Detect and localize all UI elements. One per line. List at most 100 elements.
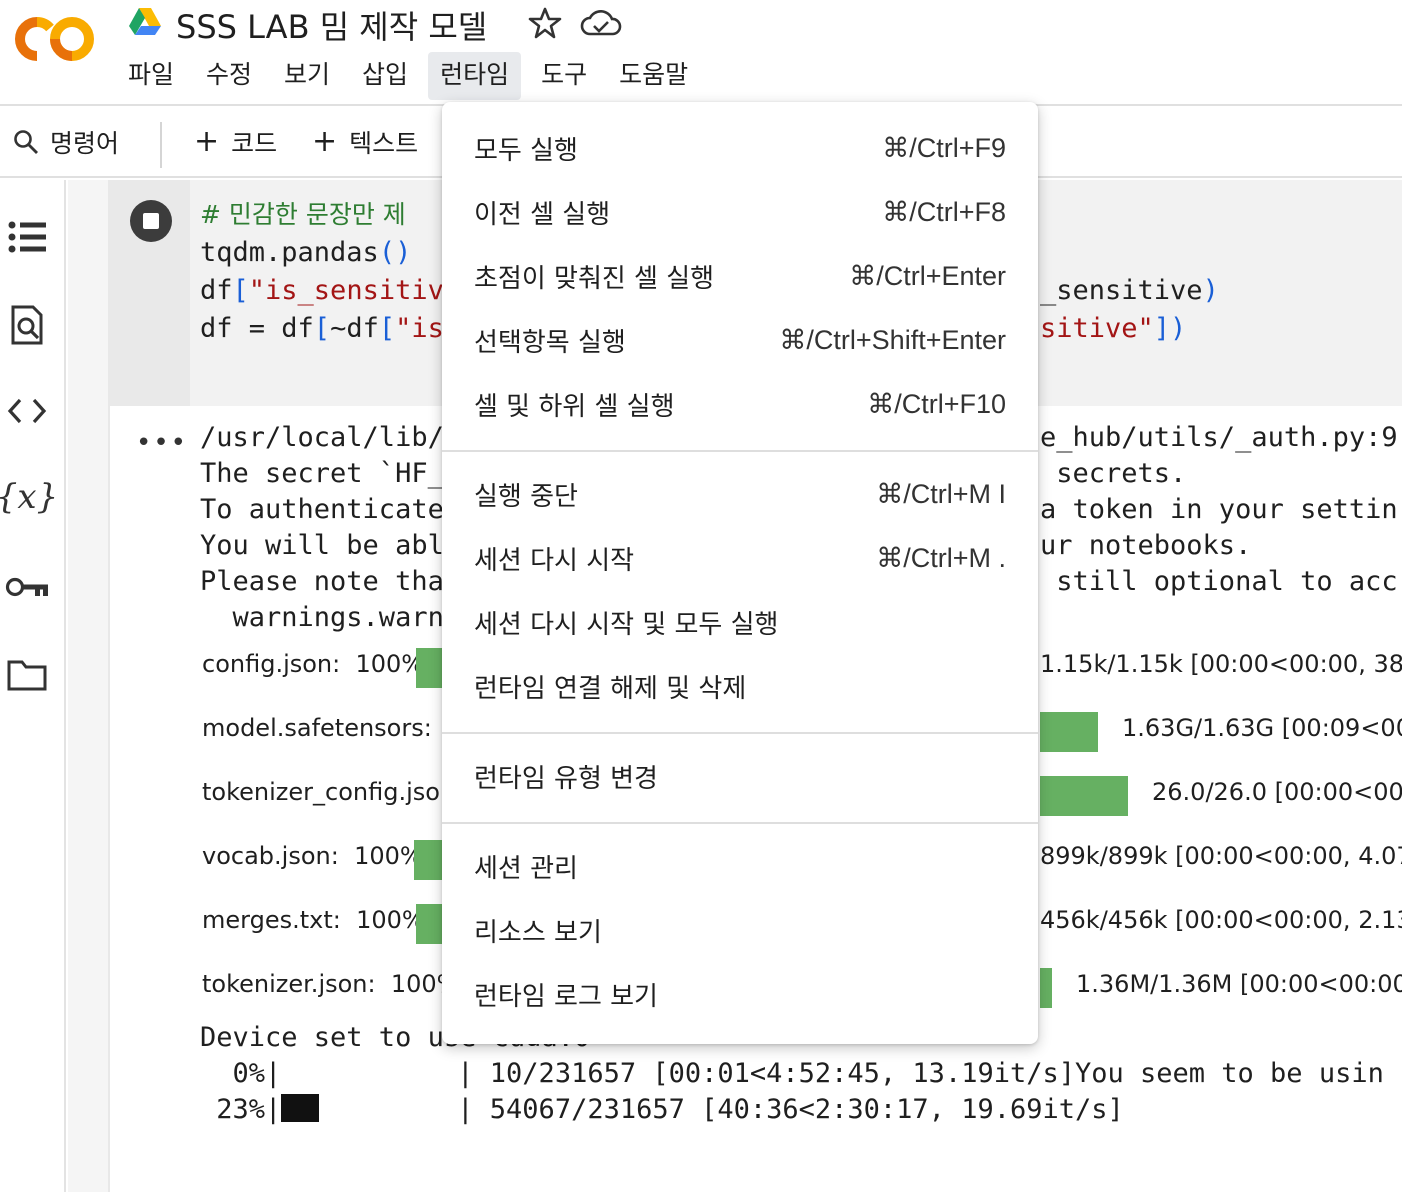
progress-percent: 100%	[356, 906, 425, 934]
menu-item-shortcut: ⌘/Ctrl+F8	[882, 196, 1006, 227]
add-code-button[interactable]: + 코드	[194, 124, 277, 160]
menu-divider	[442, 732, 1038, 734]
code-token: [	[232, 275, 249, 306]
menu-run-all[interactable]: 모두 실행 ⌘/Ctrl+F9	[442, 120, 1038, 176]
menu-item-shortcut: ⌘/Ctrl+F10	[867, 388, 1006, 419]
menu-item-shortcut: ⌘/Ctrl+M I	[876, 478, 1006, 509]
plus-icon: +	[312, 124, 338, 159]
output-line: The secret `HF_	[200, 458, 444, 489]
find-icon[interactable]	[4, 302, 50, 348]
progress-label: merges.txt:	[202, 906, 341, 934]
progress-stats: 899k/899k [00:00<00:00, 4.07	[1040, 842, 1402, 870]
output-line-tail: ur notebooks.	[1040, 530, 1252, 561]
code-line-4-tail: sitive"])	[1040, 310, 1186, 348]
code-line-3-tail: _sensitive)	[1040, 272, 1219, 310]
menu-view-runtime-logs[interactable]: 런타임 로그 보기	[442, 966, 1038, 1022]
code-line-3: df["is_sensitiv	[200, 272, 444, 310]
tqdm-percent: 23%|	[200, 1094, 282, 1125]
output-line: You will be abl	[200, 530, 444, 561]
menu-tools[interactable]: 도구	[529, 52, 599, 100]
progress-bar	[1040, 712, 1098, 752]
code-token: [	[313, 313, 331, 344]
code-line-1: # 민감한 문장만 제	[200, 196, 444, 234]
menu-restart-and-run-all[interactable]: 세션 다시 시작 및 모두 실행	[442, 594, 1038, 650]
code-line-4: df = df[~df["is	[200, 310, 444, 348]
menu-run-after[interactable]: 셀 및 하위 셀 실행 ⌘/Ctrl+F10	[442, 376, 1038, 432]
progress-label: tokenizer.json:	[202, 970, 376, 998]
code-token: df	[200, 275, 233, 306]
menu-disconnect-delete[interactable]: 런타임 연결 해제 및 삭제	[442, 658, 1038, 714]
code-snippets-icon[interactable]	[4, 388, 50, 434]
tqdm-line-2: 23%| | 54067/231657 [40:36<2:30:17, 19.69…	[200, 1092, 1124, 1128]
menu-view[interactable]: 보기	[272, 52, 342, 100]
menu-change-runtime-type[interactable]: 런타임 유형 변경	[442, 748, 1038, 804]
progress-row-config: config.json: 100%	[202, 650, 424, 678]
cloud-saved-icon[interactable]	[580, 8, 622, 38]
progress-label: model.safetensors:	[202, 714, 432, 742]
add-text-label: 텍스트	[349, 129, 419, 158]
menu-help[interactable]: 도움말	[607, 52, 700, 100]
menu-item-shortcut: ⌘/Ctrl+Enter	[849, 260, 1006, 291]
progress-stats: 1.63G/1.63G [00:09<00:	[1122, 714, 1402, 742]
menu-edit[interactable]: 수정	[194, 52, 264, 100]
add-text-button[interactable]: + 텍스트	[312, 124, 418, 160]
code-token: tqdm.pandas	[200, 237, 379, 268]
menu-item-label: 런타임 유형 변경	[474, 763, 658, 794]
colab-logo[interactable]	[12, 14, 96, 64]
drive-icon[interactable]	[128, 6, 162, 36]
code-token: ()	[378, 237, 412, 268]
cell-gutter	[110, 180, 190, 406]
tqdm-stats: | 54067/231657 [40:36<2:30:17, 19.69it/s…	[457, 1094, 1124, 1125]
command-search-button[interactable]: 명령어	[12, 122, 119, 162]
progress-stats: 456k/456k [00:00<00:00, 2.13	[1040, 906, 1402, 934]
files-folder-icon[interactable]	[4, 652, 50, 698]
menu-view-resources[interactable]: 리소스 보기	[442, 902, 1038, 958]
progress-label: vocab.json:	[202, 842, 339, 870]
output-menu-icon[interactable]: •••	[136, 428, 188, 458]
add-code-label: 코드	[231, 129, 278, 158]
search-icon	[14, 130, 38, 154]
menu-interrupt[interactable]: 실행 중단 ⌘/Ctrl+M I	[442, 466, 1038, 522]
menu-run-before[interactable]: 이전 셀 실행 ⌘/Ctrl+F8	[442, 184, 1038, 240]
output-line: To authenticate	[200, 494, 444, 525]
output-line-tail: e_hub/utils/_auth.py:9	[1040, 422, 1398, 453]
code-line-2: tqdm.pandas()	[200, 234, 444, 272]
code-token: "is	[395, 313, 444, 344]
progress-stats: 26.0/26.0 [00:00<00	[1152, 778, 1402, 806]
output-line-tail: still optional to acc	[1040, 566, 1398, 597]
menu-item-label: 셀 및 하위 셀 실행	[474, 391, 675, 422]
menu-file[interactable]: 파일	[116, 52, 186, 100]
code-token: ~df	[330, 313, 379, 344]
output-line: warnings.warn	[200, 602, 444, 633]
menu-manage-sessions[interactable]: 세션 관리	[442, 838, 1038, 894]
menu-runtime[interactable]: 런타임	[428, 52, 522, 100]
notebook-title[interactable]: SSS LAB 밈 제작 모델	[176, 2, 487, 48]
variables-icon[interactable]: {x}	[0, 474, 58, 520]
toc-icon[interactable]	[4, 214, 50, 260]
progress-stats: 1.36M/1.36M [00:00<00:00,	[1076, 970, 1402, 998]
progress-row-merges: merges.txt: 100%	[202, 906, 425, 934]
code-comment: # 민감한 문장만 제	[200, 200, 406, 229]
code-text[interactable]: # 민감한 문장만 제 tqdm.pandas() df["is_sensitiv d…	[200, 196, 444, 348]
menu-run-selection[interactable]: 선택항목 실행 ⌘/Ctrl+Shift+Enter	[442, 312, 1038, 368]
secrets-key-icon[interactable]	[4, 564, 50, 610]
menu-divider	[442, 822, 1038, 824]
command-search-label: 명령어	[50, 129, 120, 158]
menu-restart-session[interactable]: 세션 다시 시작 ⌘/Ctrl+M .	[442, 530, 1038, 586]
progress-row-vocab: vocab.json: 100%	[202, 842, 423, 870]
code-token: )	[1202, 275, 1219, 306]
stop-icon[interactable]	[130, 200, 172, 242]
tqdm-bar-fill	[281, 1094, 320, 1122]
menu-item-label: 실행 중단	[474, 481, 578, 512]
tqdm-line-1: 0%| | 10/231657 [00:01<4:52:45, 13.19it/s…	[200, 1056, 1384, 1092]
menu-insert[interactable]: 삽입	[350, 52, 420, 100]
menu-item-label: 리소스 보기	[474, 917, 602, 948]
star-icon[interactable]	[528, 6, 562, 40]
plus-icon: +	[194, 124, 220, 159]
progress-label: tokenizer_config.json:	[202, 778, 464, 806]
menu-item-label: 세션 다시 시작 및 모두 실행	[474, 609, 779, 640]
menu-run-focused[interactable]: 초점이 맞춰진 셀 실행 ⌘/Ctrl+Enter	[442, 248, 1038, 304]
header: SSS LAB 밈 제작 모델 파일 수정 보기 삽입 런타임 도구 도움말	[0, 0, 1402, 106]
progress-bar	[1040, 968, 1052, 1008]
code-token: df = df	[200, 313, 314, 344]
